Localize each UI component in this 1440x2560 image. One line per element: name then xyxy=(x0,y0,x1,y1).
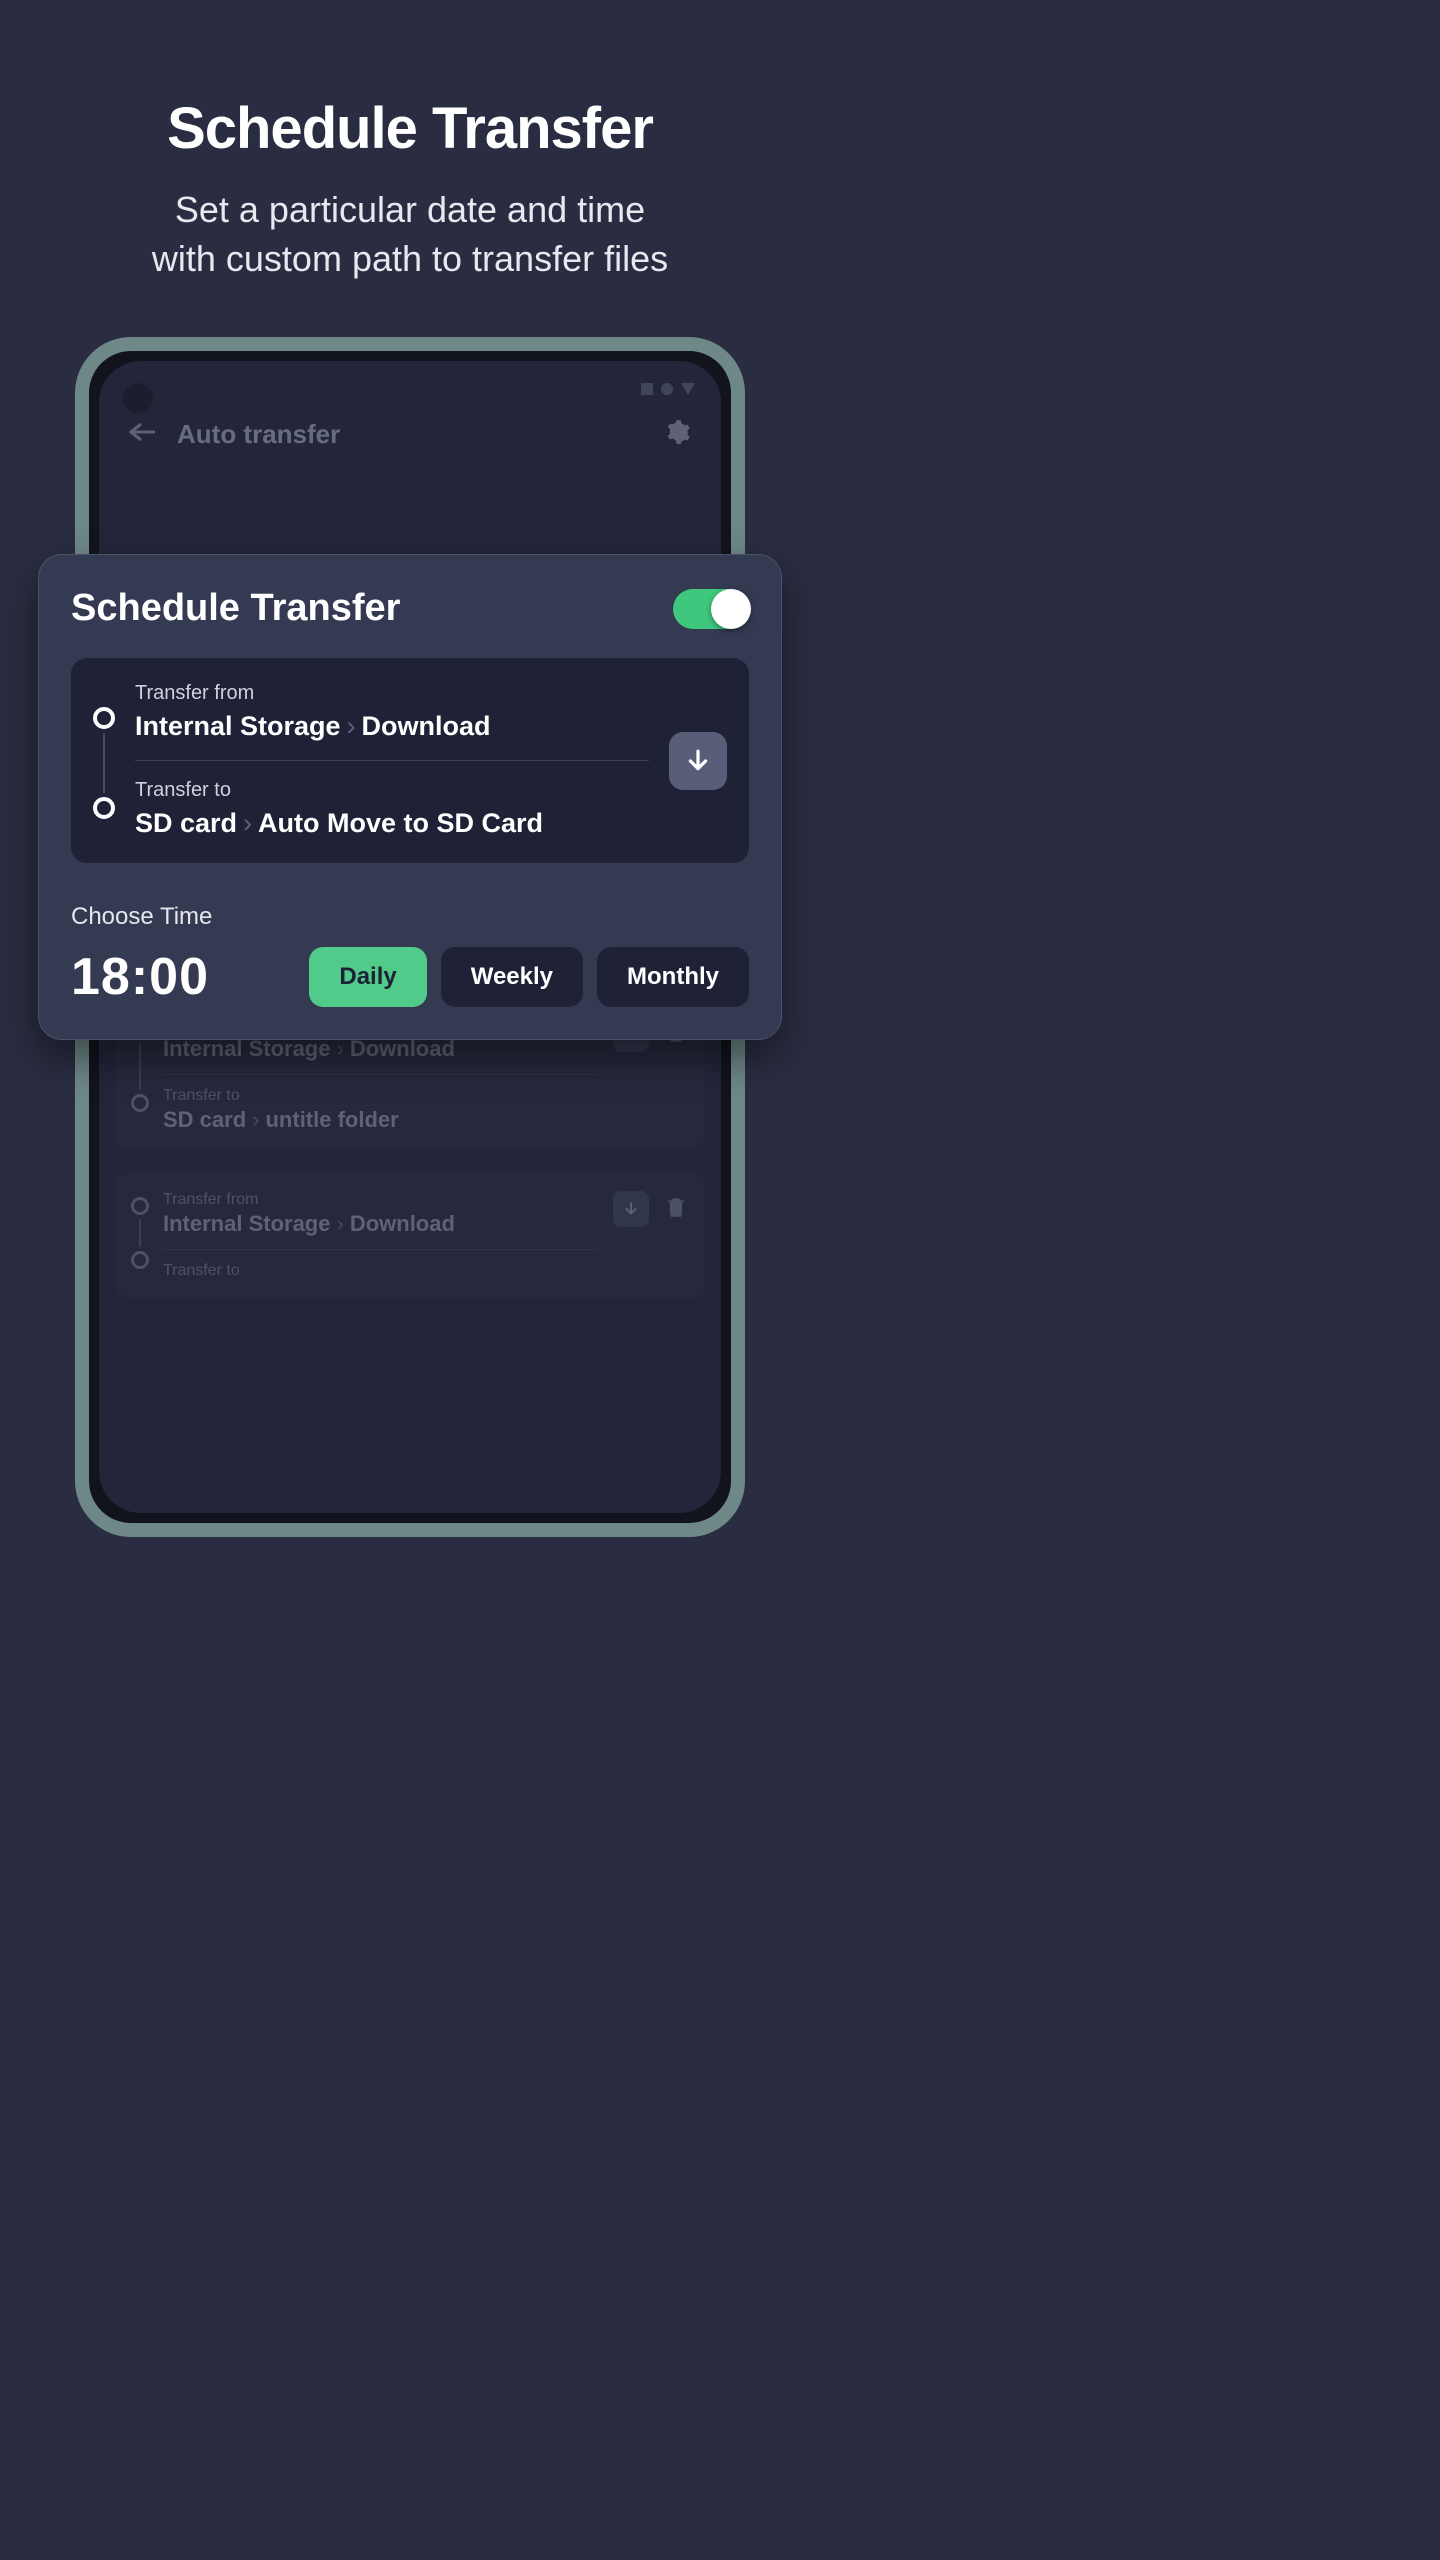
modal-title: Schedule Transfer xyxy=(71,587,400,630)
schedule-transfer-card: Schedule Transfer Transfer from Internal… xyxy=(38,554,782,1040)
toggle-knob xyxy=(711,589,751,629)
hero: Schedule Transfer Set a particular date … xyxy=(0,0,820,283)
to-label: Transfer to xyxy=(163,1087,599,1105)
status-bar xyxy=(115,381,705,409)
down-arrow-icon[interactable] xyxy=(613,1191,649,1227)
from-label: Transfer from xyxy=(135,682,649,705)
gear-icon[interactable] xyxy=(665,419,691,450)
to-label: Transfer to xyxy=(135,779,649,802)
from-path: Internal Storage›Download xyxy=(163,1211,599,1237)
transfer-path-card: Transfer from Internal Storage›Download … xyxy=(71,658,749,863)
frequency-daily-button[interactable]: Daily xyxy=(309,947,426,1007)
step-dot-icon xyxy=(131,1094,149,1112)
step-line xyxy=(103,733,105,793)
to-label: Transfer to xyxy=(163,1262,599,1280)
step-dot-icon xyxy=(93,707,115,729)
from-path[interactable]: Internal Storage›Download xyxy=(135,711,649,742)
from-label: Transfer from xyxy=(163,1191,599,1209)
status-triangle-icon xyxy=(681,383,695,395)
step-dot-icon xyxy=(131,1251,149,1269)
step-line xyxy=(139,1219,141,1247)
to-path: SD card›untitle folder xyxy=(163,1107,599,1133)
hero-subtitle: Set a particular date and time with cust… xyxy=(0,186,820,283)
time-value[interactable]: 18:00 xyxy=(71,947,209,1007)
step-line xyxy=(139,1044,141,1090)
divider xyxy=(135,760,649,761)
to-path[interactable]: SD card›Auto Move to SD Card xyxy=(135,808,649,839)
status-circle-icon xyxy=(661,383,673,395)
swap-arrow-button[interactable] xyxy=(669,732,727,790)
frequency-weekly-button[interactable]: Weekly xyxy=(441,947,583,1007)
screen-title: Auto transfer xyxy=(177,419,645,450)
frequency-monthly-button[interactable]: Monthly xyxy=(597,947,749,1007)
phone-camera-hole xyxy=(123,383,153,413)
screen-header: Auto transfer xyxy=(115,409,705,460)
choose-time-label: Choose Time xyxy=(71,903,749,931)
schedule-toggle[interactable] xyxy=(673,589,749,629)
hero-title: Schedule Transfer xyxy=(0,95,820,162)
trash-icon[interactable] xyxy=(663,1194,689,1225)
back-arrow-icon[interactable] xyxy=(129,422,157,447)
status-square-icon xyxy=(641,383,653,395)
step-dot-icon xyxy=(93,797,115,819)
down-arrow-icon xyxy=(685,748,711,774)
list-item[interactable]: Transfer from Internal Storage›Download … xyxy=(115,1173,705,1298)
step-dot-icon xyxy=(131,1197,149,1215)
choose-time-section: Choose Time 18:00 Daily Weekly Monthly xyxy=(71,903,749,1007)
